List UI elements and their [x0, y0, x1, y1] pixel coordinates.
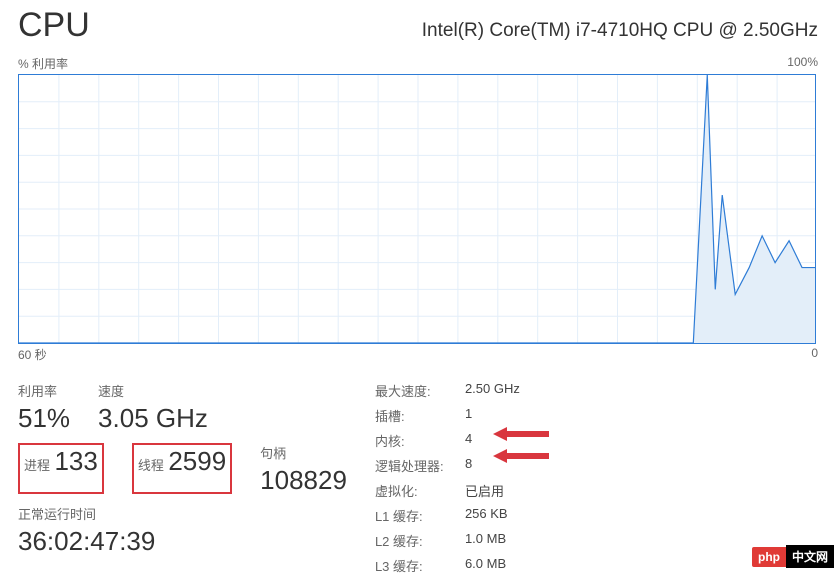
- chart-axis-label-bottom-left: 60 秒: [18, 346, 47, 363]
- stat-value: 36:02:47:39: [18, 527, 347, 556]
- detail-label: L3 缓存:: [375, 556, 465, 575]
- stat-uptime: 正常运行时间 36:02:47:39: [18, 504, 347, 556]
- cpu-model-name: Intel(R) Core(TM) i7-4710HQ CPU @ 2.50GH…: [422, 20, 818, 42]
- detail-value: 已启用: [465, 481, 585, 500]
- watermark: php 中文网: [752, 545, 834, 568]
- chart-axis-label-bottom-right: 0: [811, 346, 818, 363]
- detail-label: 内核:: [375, 431, 465, 450]
- detail-label: L1 缓存:: [375, 506, 465, 525]
- detail-label: 逻辑处理器:: [375, 456, 465, 475]
- stat-label: 利用率: [18, 381, 70, 400]
- detail-label: L2 缓存:: [375, 531, 465, 550]
- annotation-arrow-icon: [493, 449, 549, 463]
- stat-handles: 句柄 108829: [260, 443, 347, 495]
- detail-label: 虚拟化:: [375, 481, 465, 500]
- chart-svg: [18, 74, 816, 344]
- chart-axis-label-top-left: % 利用率: [18, 55, 68, 72]
- stat-processes-highlighted: 进程 133: [18, 443, 104, 495]
- stat-value: 108829: [260, 466, 347, 495]
- stat-label: 速度: [98, 381, 208, 400]
- stat-label: 线程: [138, 458, 164, 473]
- stat-value: 133: [54, 446, 97, 476]
- detail-value: 1.0 MB: [465, 531, 585, 550]
- detail-value: 256 KB: [465, 506, 585, 525]
- header: CPU Intel(R) Core(TM) i7-4710HQ CPU @ 2.…: [0, 0, 836, 45]
- stat-speed: 速度 3.05 GHz: [98, 381, 208, 433]
- detail-label: 最大速度:: [375, 381, 465, 400]
- watermark-cn: 中文网: [786, 545, 834, 568]
- chart-axis-label-top-right: 100%: [787, 55, 818, 72]
- stat-value: 2599: [168, 446, 226, 476]
- stat-value: 51%: [18, 404, 70, 433]
- annotation-arrow-icon: [493, 427, 549, 441]
- stats-right-column: 最大速度: 2.50 GHz 插槽: 1 内核: 4 逻辑处理器: 8 虚拟化:…: [375, 381, 585, 575]
- detail-value: 1: [465, 406, 585, 425]
- stat-threads-highlighted: 线程 2599: [132, 443, 232, 495]
- stat-label: 句柄: [260, 443, 347, 462]
- cpu-utilization-chart: [18, 74, 818, 344]
- stat-label: 正常运行时间: [18, 504, 347, 523]
- stats-left-column: 利用率 51% 速度 3.05 GHz 进程 133 线程 2599 句柄 10…: [18, 381, 347, 556]
- stat-utilization: 利用率 51%: [18, 381, 70, 433]
- chart-header: % 利用率 100%: [0, 45, 836, 74]
- detail-value: 2.50 GHz: [465, 381, 585, 400]
- watermark-php: php: [752, 547, 786, 567]
- chart-footer: 60 秒 0: [0, 344, 836, 363]
- stat-label: 进程: [24, 458, 50, 473]
- stats-panel: 利用率 51% 速度 3.05 GHz 进程 133 线程 2599 句柄 10…: [0, 363, 836, 575]
- stat-value: 3.05 GHz: [98, 404, 208, 433]
- detail-value: 6.0 MB: [465, 556, 585, 575]
- detail-label: 插槽:: [375, 406, 465, 425]
- page-title: CPU: [18, 6, 90, 45]
